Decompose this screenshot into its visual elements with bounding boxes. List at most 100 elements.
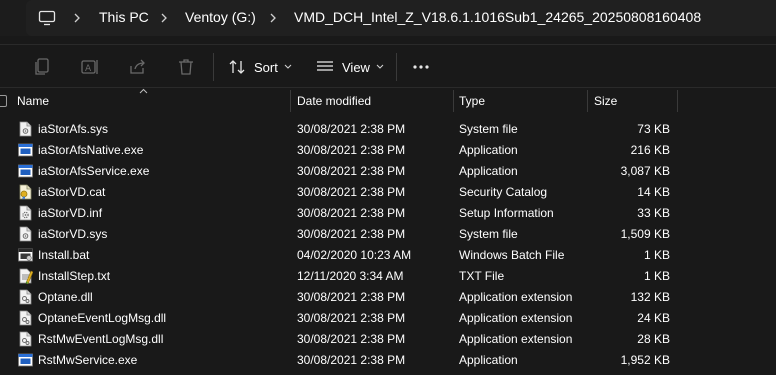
file-type: Application extension: [459, 311, 573, 325]
file-date: 30/08/2021 2:38 PM: [297, 143, 406, 157]
column-size[interactable]: Size: [594, 88, 617, 114]
file-row[interactable]: Optane.dll 30/08/2021 2:38 PM Application …: [0, 287, 776, 308]
file-row[interactable]: OptaneEventLogMsg.dll 30/08/2021 2:38 PM A…: [0, 308, 776, 329]
chevron-right-icon[interactable]: [159, 12, 169, 24]
application-icon: [18, 163, 33, 179]
file-name: iaStorVD.inf: [38, 206, 103, 220]
file-type: Setup Information: [459, 206, 554, 220]
column-name[interactable]: Name: [17, 88, 49, 114]
system-file-icon: [18, 121, 33, 137]
view-button[interactable]: View: [316, 53, 384, 81]
file-row[interactable]: iaStorAfs.sys 30/08/2021 2:38 PM System fi…: [0, 119, 776, 140]
file-row[interactable]: iaStorVD.inf 30/08/2021 2:38 PM Setup Info…: [0, 203, 776, 224]
sort-label: Sort: [254, 59, 278, 75]
toolbar-divider: [396, 53, 397, 81]
column-divider[interactable]: [677, 90, 678, 112]
copy-icon[interactable]: [32, 57, 52, 77]
sort-button[interactable]: Sort: [228, 53, 292, 81]
file-row[interactable]: RstMwService.exe 30/08/2021 2:38 PM Applic…: [0, 350, 776, 371]
column-header: Name Date modified Type Size: [0, 88, 776, 114]
file-row[interactable]: iaStorAfsService.exe 30/08/2021 2:38 PM Ap…: [0, 161, 776, 182]
file-row[interactable]: InstallStep.txt 12/11/2020 3:34 AM TXT Fil…: [0, 266, 776, 287]
file-type: System file: [459, 122, 518, 136]
text-file-icon: [18, 268, 34, 285]
breadcrumb-drive[interactable]: Ventoy (G:): [185, 9, 256, 25]
application-icon: [18, 352, 33, 368]
dll-icon: [18, 310, 33, 326]
file-type: Windows Batch File: [459, 248, 565, 262]
view-label: View: [342, 59, 370, 75]
file-type: Application: [459, 143, 518, 157]
select-all-checkbox[interactable]: [0, 95, 7, 107]
chevron-right-icon[interactable]: [268, 12, 278, 24]
file-type: Application extension: [459, 290, 573, 304]
file-size: 28 KB: [637, 332, 670, 346]
file-size: 1 KB: [643, 248, 670, 262]
file-date: 30/08/2021 2:38 PM: [297, 227, 406, 241]
file-size: 33 KB: [637, 206, 670, 220]
chevron-right-icon[interactable]: [72, 12, 82, 24]
file-row[interactable]: RstMwEventLogMsg.dll 30/08/2021 2:38 PM Ap…: [0, 329, 776, 350]
column-date-modified[interactable]: Date modified: [297, 88, 371, 114]
file-size: 132 KB: [630, 290, 670, 304]
file-name: RstMwService.exe: [38, 353, 138, 367]
file-type: System file: [459, 227, 518, 241]
file-row[interactable]: iaStorAfsNative.exe 30/08/2021 2:38 PM App…: [0, 140, 776, 161]
column-divider[interactable]: [453, 90, 454, 112]
sort-icon: [229, 60, 245, 74]
file-date: 30/08/2021 2:38 PM: [297, 206, 406, 220]
rename-icon[interactable]: A: [80, 57, 100, 77]
file-name: InstallStep.txt: [38, 269, 111, 283]
breadcrumb-folder[interactable]: VMD_DCH_Intel_Z_V18.6.1.1016Sub1_24265_2…: [294, 9, 701, 25]
share-icon[interactable]: [128, 57, 148, 77]
file-name: iaStorVD.sys: [38, 227, 108, 241]
address-bar: This PC Ventoy (G:) VMD_DCH_Intel_Z_V18.…: [0, 0, 776, 36]
column-type[interactable]: Type: [459, 88, 485, 114]
file-name: iaStorAfs.sys: [38, 122, 109, 136]
file-size: 1 KB: [643, 269, 670, 283]
file-type: Application extension: [459, 332, 573, 346]
svg-text:A: A: [85, 64, 92, 74]
file-name: OptaneEventLogMsg.dll: [38, 311, 167, 325]
toolbar-divider: [213, 53, 214, 81]
file-date: 30/08/2021 2:38 PM: [297, 332, 406, 346]
file-size: 1,952 KB: [620, 353, 670, 367]
file-date: 30/08/2021 2:38 PM: [297, 185, 406, 199]
dll-icon: [18, 289, 33, 305]
file-size: 1,509 KB: [620, 227, 670, 241]
column-divider[interactable]: [587, 90, 588, 112]
delete-icon[interactable]: [176, 57, 196, 77]
more-options-icon[interactable]: [411, 57, 431, 77]
column-divider[interactable]: [290, 90, 291, 112]
monitor-icon[interactable]: [38, 9, 56, 27]
file-type: Application: [459, 164, 518, 178]
file-size: 24 KB: [637, 311, 670, 325]
file-name: iaStorAfsNative.exe: [38, 143, 144, 157]
application-icon: [18, 142, 33, 158]
breadcrumb-this-pc[interactable]: This PC: [99, 9, 149, 25]
dll-icon: [18, 331, 33, 347]
security-catalog-icon: [18, 184, 33, 200]
file-row[interactable]: iaStorVD.cat 30/08/2021 2:38 PM Security C…: [0, 182, 776, 203]
file-name: Install.bat: [38, 248, 90, 262]
file-row[interactable]: iaStorVD.sys 30/08/2021 2:38 PM System fil…: [0, 224, 776, 245]
file-name: iaStorVD.cat: [38, 185, 106, 199]
file-size: 73 KB: [637, 122, 670, 136]
file-name: Optane.dll: [38, 290, 93, 304]
breadcrumb[interactable]: This PC Ventoy (G:) VMD_DCH_Intel_Z_V18.…: [26, 0, 776, 36]
setup-information-icon: [18, 205, 33, 221]
batch-file-icon: [18, 247, 33, 263]
chevron-down-icon: [284, 64, 292, 69]
file-size: 14 KB: [637, 185, 670, 199]
file-name: RstMwEventLogMsg.dll: [38, 332, 164, 346]
system-file-icon: [18, 226, 33, 242]
command-bar: A Sort View: [0, 44, 776, 88]
file-date: 30/08/2021 2:38 PM: [297, 164, 406, 178]
file-row[interactable]: Install.bat 04/02/2020 10:23 AM Windows Ba…: [0, 245, 776, 266]
sort-ascending-icon: [139, 88, 148, 94]
file-date: 30/08/2021 2:38 PM: [297, 122, 406, 136]
view-list-icon: [317, 61, 333, 71]
file-size: 3,087 KB: [620, 164, 670, 178]
file-date: 30/08/2021 2:38 PM: [297, 290, 406, 304]
file-date: 12/11/2020 3:34 AM: [297, 269, 404, 283]
